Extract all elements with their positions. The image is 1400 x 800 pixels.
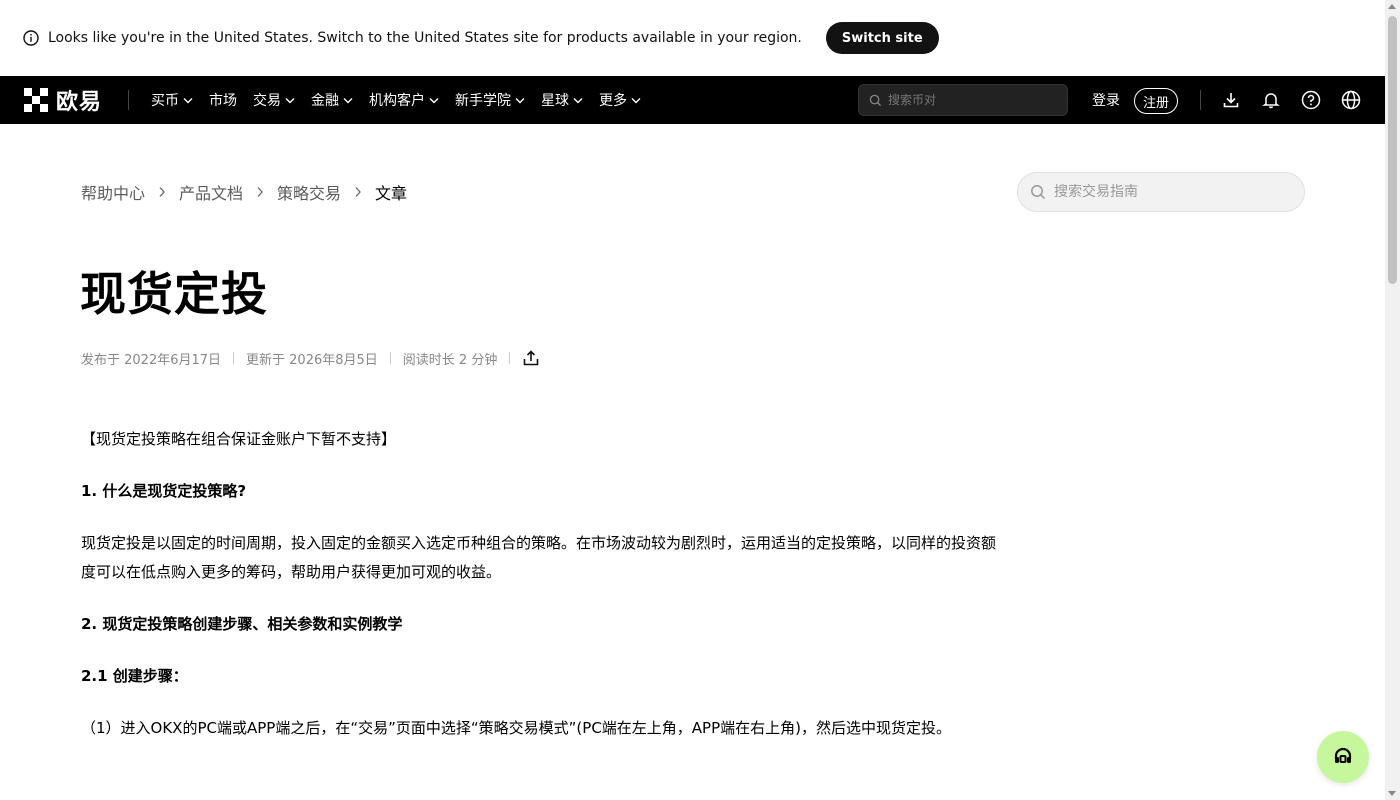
chevron-right-icon: [256, 186, 264, 198]
section-heading: 2.1 创建步骤：: [81, 667, 188, 685]
chevron-down-icon: [183, 97, 193, 104]
nav-item-label: 买币: [151, 93, 180, 109]
login-link[interactable]: 登录: [1092, 76, 1120, 124]
article-paragraph: （1）进入OKX的PC端或APP端之后，在“交易”页面中选择“策略交易模式”(P…: [81, 719, 951, 737]
okx-logo-icon: [24, 88, 48, 112]
brand-name: 欧易: [56, 90, 103, 115]
region-banner: Looks like you're in the United States. …: [0, 0, 1385, 76]
chevron-right-icon: [158, 186, 166, 198]
section-heading: 1. 什么是现货定投策略?: [81, 482, 247, 500]
switch-site-button[interactable]: Switch site: [825, 22, 939, 54]
nav-item[interactable]: 星球: [539, 76, 585, 124]
bell-icon[interactable]: [1259, 88, 1283, 112]
nav-item-label: 金融: [311, 93, 340, 109]
published-date: 发布于 2022年6月17日: [81, 352, 222, 368]
nav-divider: [1200, 90, 1201, 110]
nav-item-label: 星球: [541, 93, 570, 109]
customer-support-button[interactable]: [1317, 731, 1369, 783]
page-scrollbar[interactable]: [1385, 0, 1400, 800]
chevron-right-icon: [354, 186, 362, 198]
nav-item-label: 更多: [599, 93, 628, 109]
chevron-down-icon: [285, 97, 295, 104]
search-icon: [1031, 185, 1046, 200]
section-heading: 2. 现货定投策略创建步骤、相关参数和实例教学: [81, 615, 403, 633]
register-button[interactable]: 注册: [1134, 88, 1179, 114]
download-icon[interactable]: [1219, 88, 1243, 112]
nav-item[interactable]: 新手学院: [453, 76, 527, 124]
logo[interactable]: 欧易: [24, 76, 102, 124]
chevron-down-icon: [515, 97, 525, 104]
meta-divider: [233, 352, 235, 364]
chevron-down-icon: [631, 97, 641, 104]
scroll-up-arrow-icon[interactable]: [1388, 4, 1396, 9]
nav-item[interactable]: 更多: [597, 76, 643, 124]
chevron-down-icon: [429, 97, 439, 104]
nav-item[interactable]: 机构客户: [367, 76, 441, 124]
breadcrumb-product-docs[interactable]: 产品文档: [179, 180, 243, 204]
help-icon[interactable]: [1299, 88, 1323, 112]
chevron-down-icon: [573, 97, 583, 104]
article-title: 现货定投: [80, 267, 268, 321]
guide-search-input[interactable]: [1054, 184, 1294, 200]
nav-item[interactable]: 买币: [149, 76, 195, 124]
scrollbar-thumb[interactable]: [1388, 16, 1397, 284]
share-icon[interactable]: [522, 349, 540, 367]
globe-icon[interactable]: [1339, 88, 1363, 112]
pair-search[interactable]: [858, 84, 1068, 116]
nav-item-label: 机构客户: [369, 93, 426, 109]
top-navigation: 欧易 买币 市场交易 金融 机构客户 新手学院 星球 更多 登录 注册: [0, 76, 1385, 124]
region-message: Looks like you're in the United States. …: [48, 30, 802, 46]
pair-search-input[interactable]: [888, 93, 1058, 107]
chevron-down-icon: [343, 97, 353, 104]
breadcrumb-article: 文章: [375, 184, 408, 203]
nav-item[interactable]: 金融: [309, 76, 355, 124]
nav-item-label: 新手学院: [455, 93, 512, 109]
breadcrumb-help-center[interactable]: 帮助中心: [81, 180, 145, 204]
scroll-down-arrow-icon[interactable]: [1388, 791, 1396, 796]
nav-item[interactable]: 市场: [207, 76, 239, 124]
meta-divider: [389, 352, 391, 364]
meta-divider: [509, 352, 511, 364]
article-meta: 发布于 2022年6月17日 更新于 2026年8月5日 阅读时长 2 分钟: [81, 346, 540, 370]
article-paragraph: 现货定投是以固定的时间周期，投入固定的金额买入选定币种组合的策略。在市场波动较为…: [81, 534, 997, 581]
nav-menu: 买币 市场 交易 金融 机构客户 新手学院 星球 更多: [143, 76, 649, 124]
headset-icon: [1334, 747, 1352, 763]
article-paragraph: 【现货定投策略在组合保证金账户下暂不支持】: [81, 430, 397, 448]
guide-search[interactable]: [1017, 172, 1305, 212]
updated-date: 更新于 2026年8月5日: [246, 352, 378, 368]
nav-divider: [128, 90, 130, 110]
breadcrumb: 帮助中心 产品文档 策略交易 文章: [81, 180, 407, 204]
nav-item[interactable]: 交易: [251, 76, 297, 124]
read-time: 阅读时长 2 分钟: [402, 352, 498, 368]
article-body: 【现货定投策略在组合保证金账户下暂不支持】 1. 什么是现货定投策略? 现货定投是以…: [81, 425, 1001, 766]
breadcrumb-strategy-trading[interactable]: 策略交易: [277, 180, 341, 204]
info-icon: [22, 29, 40, 47]
search-icon: [869, 94, 882, 106]
nav-item-label: 市场: [209, 93, 238, 109]
nav-item-label: 交易: [253, 93, 282, 109]
